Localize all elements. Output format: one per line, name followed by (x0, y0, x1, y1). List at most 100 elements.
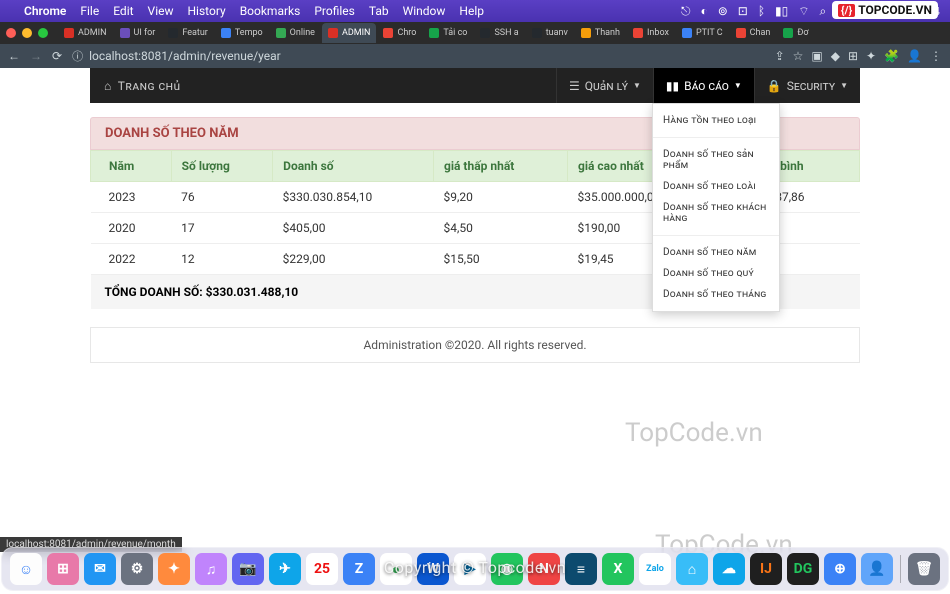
minimize-window-icon[interactable] (22, 28, 32, 38)
nav-security[interactable]: 🔒 Security ▼ (754, 68, 860, 103)
browser-tab[interactable]: Thanh (575, 23, 626, 43)
dock-app-icon[interactable]: ≡ (565, 553, 597, 585)
dock-app-icon[interactable]: ✈ (269, 553, 301, 585)
menu-tab[interactable]: Tab (369, 4, 389, 18)
browser-tab[interactable]: Inbox (627, 23, 675, 43)
dock-app-icon[interactable]: ● (380, 553, 412, 585)
dock-app-icon[interactable]: 📷 (232, 553, 264, 585)
dropdown-item[interactable]: Doanh số theo quý (653, 263, 779, 284)
status-icon[interactable]: ⊡ (738, 4, 748, 18)
browser-tab[interactable]: Đơ (777, 23, 814, 43)
menu-window[interactable]: Window (403, 4, 446, 18)
menu-bookmarks[interactable]: Bookmarks (240, 4, 301, 18)
extension-icon[interactable]: ▣ (811, 49, 822, 63)
dock-app-icon[interactable]: ✦ (158, 553, 190, 585)
dock-app-icon[interactable]: ◉ (491, 553, 523, 585)
menubar-app[interactable]: Chrome (24, 4, 66, 18)
browser-tab[interactable]: Online (270, 23, 321, 43)
browser-tab[interactable]: PTIT C (676, 23, 729, 43)
nav-home[interactable]: ⌂ Trang chủ (90, 79, 195, 93)
browser-tab[interactable]: UI for (114, 23, 162, 43)
dock-app-icon[interactable]: 🗑 (908, 553, 940, 585)
dropdown-item[interactable]: Doanh số theo tháng (653, 284, 779, 305)
forward-button[interactable]: → (30, 49, 42, 63)
dock-app-icon[interactable]: IJ (750, 553, 782, 585)
chrome-menu-icon[interactable]: ⋮ (930, 49, 942, 63)
mac-menubar: Chrome File Edit View History Bookmarks … (0, 0, 950, 22)
dock-app-icon[interactable]: ⌂ (676, 553, 708, 585)
maximize-window-icon[interactable] (38, 28, 48, 38)
lock-icon: 🔒 (767, 79, 782, 93)
dock-app-icon[interactable]: ⊞ (47, 553, 79, 585)
chrome-toolbar: ← → ⟳ ⓘ localhost:8081/admin/revenue/yea… (0, 44, 950, 68)
nav-baocao[interactable]: ▮▮ Báo cáo ▼ (653, 68, 754, 103)
baocao-dropdown: Hàng tồn theo loại Doanh số theo sản phẩ… (652, 103, 780, 312)
dock-app-icon[interactable]: ✉ (84, 553, 116, 585)
page-footer: Administration ©2020. All rights reserve… (90, 327, 860, 363)
col-header: Năm (91, 151, 172, 182)
dropdown-item[interactable]: Doanh số theo khách hàng (653, 197, 779, 229)
dock-app-icon[interactable]: ▶ (454, 553, 486, 585)
share-icon[interactable]: ⇪ (775, 49, 785, 63)
bluetooth-icon[interactable]: ᛒ (758, 4, 765, 18)
menu-help[interactable]: Help (459, 4, 484, 18)
dock-app-icon[interactable]: 👤 (861, 553, 893, 585)
dock-app-icon[interactable]: ⚙ (121, 553, 153, 585)
browser-tab[interactable]: Tải co (423, 23, 473, 43)
dock-app-icon[interactable]: ♫ (195, 553, 227, 585)
dock-app-icon[interactable]: DG (787, 553, 819, 585)
menu-edit[interactable]: Edit (113, 4, 133, 18)
browser-tab[interactable]: Chro (377, 23, 422, 43)
dock: ☺⊞✉⚙✦♫📷✈25Z●W▶◉N≡XZalo⌂☁IJDG⊕👤 🗑 (1, 547, 949, 591)
extensions-menu-icon[interactable]: 🧩 (884, 49, 899, 63)
dock-app-icon[interactable]: 25 (306, 553, 338, 585)
browser-tab[interactable]: Chan (730, 23, 777, 43)
close-window-icon[interactable] (6, 28, 16, 38)
dock-app-icon[interactable]: Zalo (639, 553, 671, 585)
browser-tab[interactable]: Tempo (215, 23, 269, 43)
tab-label: Tempo (235, 28, 263, 38)
status-icon[interactable]: ◐ (700, 4, 707, 18)
extension-icon[interactable]: ✦ (866, 49, 876, 63)
back-button[interactable]: ← (8, 49, 20, 63)
traffic-lights[interactable] (6, 28, 48, 38)
dock-app-icon[interactable]: N (528, 553, 560, 585)
menu-profiles[interactable]: Profiles (314, 4, 355, 18)
battery-icon[interactable]: ▮▯ (775, 4, 788, 18)
bookmark-icon[interactable]: ☆ (793, 49, 804, 63)
browser-tab[interactable]: SSH a (474, 23, 524, 43)
menu-history[interactable]: History (188, 4, 226, 18)
tab-label: Online (290, 28, 315, 38)
extension-icon[interactable]: ⊞ (848, 49, 858, 63)
cell: $229,00 (273, 244, 434, 275)
dropdown-item[interactable]: Hàng tồn theo loại (653, 110, 779, 131)
profile-avatar[interactable]: 👤 (907, 49, 922, 63)
status-icon[interactable]: ⊚ (718, 4, 728, 18)
browser-tab[interactable]: Featur (162, 23, 214, 43)
dock-app-icon[interactable]: ⊕ (824, 553, 856, 585)
col-header: Doanh số (273, 151, 434, 182)
dropdown-item[interactable]: Doanh số theo sản phẩm (653, 144, 779, 176)
extension-icon[interactable]: ◆ (831, 49, 840, 63)
browser-tab[interactable]: tuanv (526, 23, 574, 43)
status-icon[interactable]: ⎋ (681, 4, 691, 19)
wifi-icon[interactable]: ⌔ (798, 4, 809, 19)
dock-app-icon[interactable]: ☁ (713, 553, 745, 585)
dock-app-icon[interactable]: ☺ (10, 553, 42, 585)
dock-app-icon[interactable]: X (602, 553, 634, 585)
dock-app-icon[interactable]: W (417, 553, 449, 585)
menu-file[interactable]: File (80, 4, 99, 18)
favicon (736, 28, 746, 38)
dropdown-item[interactable]: Doanh số theo loài (653, 176, 779, 197)
browser-tab[interactable]: ADMIN (322, 23, 377, 43)
address-bar[interactable]: ⓘ localhost:8081/admin/revenue/year (72, 48, 765, 64)
search-icon[interactable]: ⌕ (820, 4, 827, 19)
nav-quanly[interactable]: ☰ Quản lý ▼ (556, 68, 653, 103)
menu-view[interactable]: View (148, 4, 174, 18)
cell: $9,20 (434, 182, 568, 213)
dock-app-icon[interactable]: Z (343, 553, 375, 585)
browser-tab[interactable]: ADMIN (58, 23, 113, 43)
dropdown-item[interactable]: Doanh số theo năm (653, 242, 779, 263)
site-info-icon[interactable]: ⓘ (72, 48, 83, 64)
reload-button[interactable]: ⟳ (52, 49, 62, 63)
